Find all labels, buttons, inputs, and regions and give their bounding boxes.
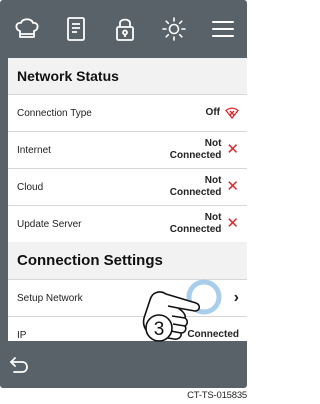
chef-hat-icon[interactable] [10,12,44,46]
status-line-2: Connected [169,224,222,235]
update-server-row: Update Server Not Connected ✕ [8,205,247,242]
network-status-heading: Network Status [8,58,247,94]
cloud-row: Cloud Not Connected ✕ [8,168,247,205]
device-screen: Network Status Connection Type Off Inter… [0,0,247,388]
status-line-1: Not [204,212,222,223]
row-label: IP [17,329,27,341]
top-toolbar [0,0,247,58]
status-text: Not Connected [170,212,222,236]
sun-icon[interactable] [157,12,191,46]
recipe-book-icon[interactable] [59,12,93,46]
chevron-right-icon: › [233,289,239,306]
connection-type-row: Connection Type Off [8,94,247,131]
row-label: Connection Type [17,107,92,119]
menu-icon[interactable] [206,12,240,46]
ip-row: IP Connected [8,316,247,341]
back-arrow-icon[interactable] [8,354,30,376]
status-line-2: Connected [169,187,222,198]
lock-icon[interactable] [108,12,142,46]
close-icon: ✕ [226,178,239,195]
row-value: Off [206,107,239,119]
reference-code: CT-TS-015835 [187,390,247,401]
row-label: Cloud [17,181,44,193]
status-line-2: Connected [169,150,222,161]
status-text: Not Connected [170,138,222,162]
row-value: Not Connected ✕ [170,175,239,199]
wifi-off-icon [225,107,239,119]
close-icon: ✕ [226,215,239,232]
setup-network-row[interactable]: Setup Network › [8,279,247,316]
status-text: Not Connected [170,175,222,199]
row-label: Internet [17,144,51,156]
connection-settings-heading: Connection Settings [8,242,247,279]
row-value: Not Connected ✕ [170,212,239,236]
row-label: Update Server [17,218,82,230]
settings-panel: Network Status Connection Type Off Inter… [8,58,247,341]
row-value: Not Connected ✕ [170,138,239,162]
internet-row: Internet Not Connected ✕ [8,131,247,168]
close-icon: ✕ [226,141,239,158]
status-line-1: Not [204,175,222,186]
bottom-bar [0,341,247,388]
status-line-1: Not [204,138,222,149]
connection-type-value: Off [205,107,220,118]
row-label: Setup Network [17,292,83,304]
ip-value: Connected [187,329,239,340]
